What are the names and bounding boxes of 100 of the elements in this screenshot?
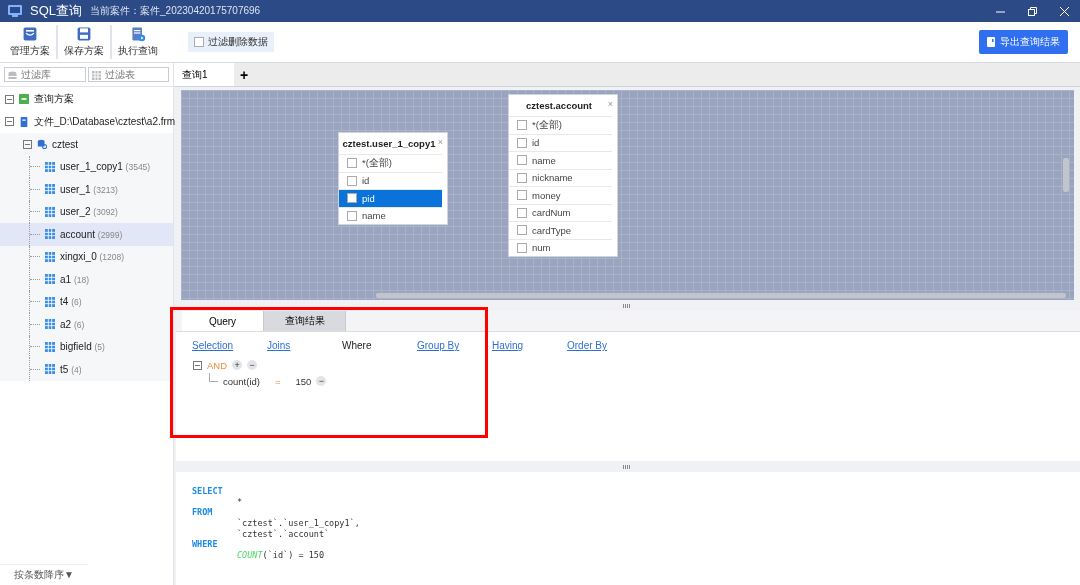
tree-item[interactable]: cztest bbox=[0, 133, 173, 156]
condition-field[interactable]: count(id) bbox=[223, 375, 260, 387]
filter-deleted-checkbox[interactable]: 过滤删除数据 bbox=[188, 32, 274, 52]
checkbox[interactable] bbox=[517, 172, 527, 183]
collapse-icon[interactable] bbox=[5, 117, 14, 127]
sql-icon bbox=[19, 94, 29, 105]
table-filter-field[interactable]: 过滤表 bbox=[87, 67, 169, 82]
case-label: 当前案件：案件_20230420175707696 bbox=[90, 4, 261, 18]
sql-line: SELECT bbox=[192, 486, 224, 497]
field-row[interactable]: name bbox=[509, 151, 612, 169]
table-tree-item[interactable]: user_1 (3213) bbox=[0, 178, 173, 201]
section-link[interactable]: Group By bbox=[417, 340, 482, 351]
condition-value[interactable]: 150 bbox=[295, 375, 312, 387]
toolbar-button[interactable]: 保存方案 bbox=[58, 23, 110, 61]
table-icon bbox=[45, 319, 55, 330]
checkbox[interactable] bbox=[347, 193, 357, 204]
table-icon bbox=[91, 71, 101, 80]
field-row[interactable]: name bbox=[339, 206, 442, 224]
section-link[interactable]: Where bbox=[342, 340, 407, 351]
table-icon bbox=[45, 274, 55, 285]
table-tree-item[interactable]: user_2 (3092) bbox=[0, 200, 173, 223]
panel-tab[interactable]: Query bbox=[182, 311, 264, 331]
section-link[interactable]: Joins bbox=[267, 340, 332, 351]
field-row[interactable]: *(全部) bbox=[339, 154, 442, 172]
collapse-icon[interactable] bbox=[193, 360, 202, 370]
section-link[interactable]: Selection bbox=[192, 340, 257, 351]
table-icon bbox=[45, 161, 55, 172]
collapse-icon[interactable] bbox=[23, 139, 32, 149]
remove-condition-button[interactable]: − bbox=[316, 376, 327, 386]
remove-group-button[interactable]: − bbox=[247, 360, 258, 370]
table-icon bbox=[45, 296, 55, 307]
checkbox[interactable] bbox=[517, 137, 527, 148]
sql-line: WHERE bbox=[192, 539, 219, 551]
file-icon bbox=[19, 116, 29, 127]
restore-icon bbox=[1026, 5, 1038, 17]
field-row[interactable]: *(全部) bbox=[509, 116, 612, 134]
sql-line: COUNT(`id`) = 150 bbox=[236, 550, 325, 561]
checkbox[interactable] bbox=[517, 225, 527, 236]
toolbar-button[interactable]: 执行查询 bbox=[112, 23, 164, 61]
table-icon bbox=[45, 251, 55, 262]
toolbar-button[interactable]: 管理方案 bbox=[4, 23, 56, 61]
splitter-grip[interactable] bbox=[623, 464, 631, 469]
close-icon bbox=[1058, 5, 1070, 17]
table-tree-item[interactable]: user_1_copy1 (3545) bbox=[0, 155, 173, 178]
table-card[interactable]: cztest.account × *(全部) id name nickname money cardNum cardType num bbox=[508, 94, 618, 257]
section-link[interactable]: Having bbox=[492, 340, 557, 351]
window-title: SQL查询 bbox=[30, 2, 82, 20]
table-title: cztest.account bbox=[526, 100, 592, 111]
field-row[interactable]: id bbox=[509, 133, 612, 151]
table-icon bbox=[45, 184, 55, 195]
add-condition-button[interactable]: + bbox=[232, 360, 243, 370]
tree-item[interactable]: 文件_D:\Database\cztest\a2.frm bbox=[0, 110, 173, 133]
sql-line: * bbox=[236, 496, 244, 508]
checkbox[interactable] bbox=[517, 242, 527, 253]
checkbox[interactable] bbox=[517, 190, 527, 201]
scrollbar-thumb[interactable] bbox=[376, 293, 1066, 298]
splitter-grip[interactable] bbox=[623, 303, 631, 308]
table-tree-item[interactable]: t5 (4) bbox=[0, 358, 173, 381]
table-icon bbox=[45, 341, 55, 352]
sql-line: FROM bbox=[192, 507, 214, 519]
checkbox[interactable] bbox=[347, 175, 357, 186]
checkbox[interactable] bbox=[347, 210, 357, 221]
table-tree-item[interactable]: a2 (6) bbox=[0, 313, 173, 336]
sql-line: `cztest`.`account` bbox=[236, 528, 330, 540]
table-tree-item[interactable]: account (2999) bbox=[0, 223, 173, 246]
checkbox[interactable] bbox=[517, 120, 527, 131]
table-tree-item[interactable]: t4 (6) bbox=[0, 290, 173, 313]
field-row[interactable]: cardNum bbox=[509, 203, 612, 221]
checkbox[interactable] bbox=[347, 158, 357, 169]
field-row[interactable]: money bbox=[509, 186, 612, 204]
manage-icon bbox=[22, 26, 38, 42]
tree-item[interactable]: 查询方案 bbox=[0, 88, 173, 111]
add-tab-button[interactable]: + bbox=[234, 63, 255, 86]
field-row[interactable]: num bbox=[509, 238, 612, 256]
field-row[interactable]: nickname bbox=[509, 168, 612, 186]
database-icon bbox=[8, 71, 17, 80]
field-row[interactable]: cardType bbox=[509, 221, 612, 239]
table-icon bbox=[45, 206, 55, 217]
table-tree-item[interactable]: a1 (18) bbox=[0, 268, 173, 291]
database-filter-field[interactable]: 过滤库 bbox=[4, 67, 86, 82]
document-tab[interactable]: 查询1 bbox=[174, 63, 234, 86]
scrollbar-thumb[interactable] bbox=[1063, 158, 1069, 192]
table-icon bbox=[45, 229, 55, 240]
section-link[interactable]: Order By bbox=[567, 340, 632, 351]
database-icon bbox=[37, 139, 47, 150]
panel-tab[interactable]: 查询结果 bbox=[264, 311, 346, 331]
run-icon bbox=[130, 26, 146, 42]
export-button[interactable]: 导出查询结果 bbox=[979, 30, 1068, 54]
collapse-icon[interactable] bbox=[5, 94, 14, 104]
sql-line: `cztest`.`user_1_copy1`, bbox=[236, 518, 361, 529]
save-icon bbox=[76, 26, 92, 42]
sort-dropdown[interactable]: 按条数降序▼ bbox=[0, 564, 88, 585]
table-tree-item[interactable]: xingxi_0 (1208) bbox=[0, 245, 173, 268]
checkbox[interactable] bbox=[517, 207, 527, 218]
app-logo-icon bbox=[8, 5, 22, 17]
field-row[interactable]: pid bbox=[339, 189, 442, 207]
table-title: cztest.user_1_copy1 bbox=[342, 138, 436, 149]
table-icon bbox=[45, 364, 55, 375]
checkbox[interactable] bbox=[517, 155, 527, 166]
table-card[interactable]: cztest.user_1_copy1 × *(全部) id pid name bbox=[338, 132, 448, 225]
